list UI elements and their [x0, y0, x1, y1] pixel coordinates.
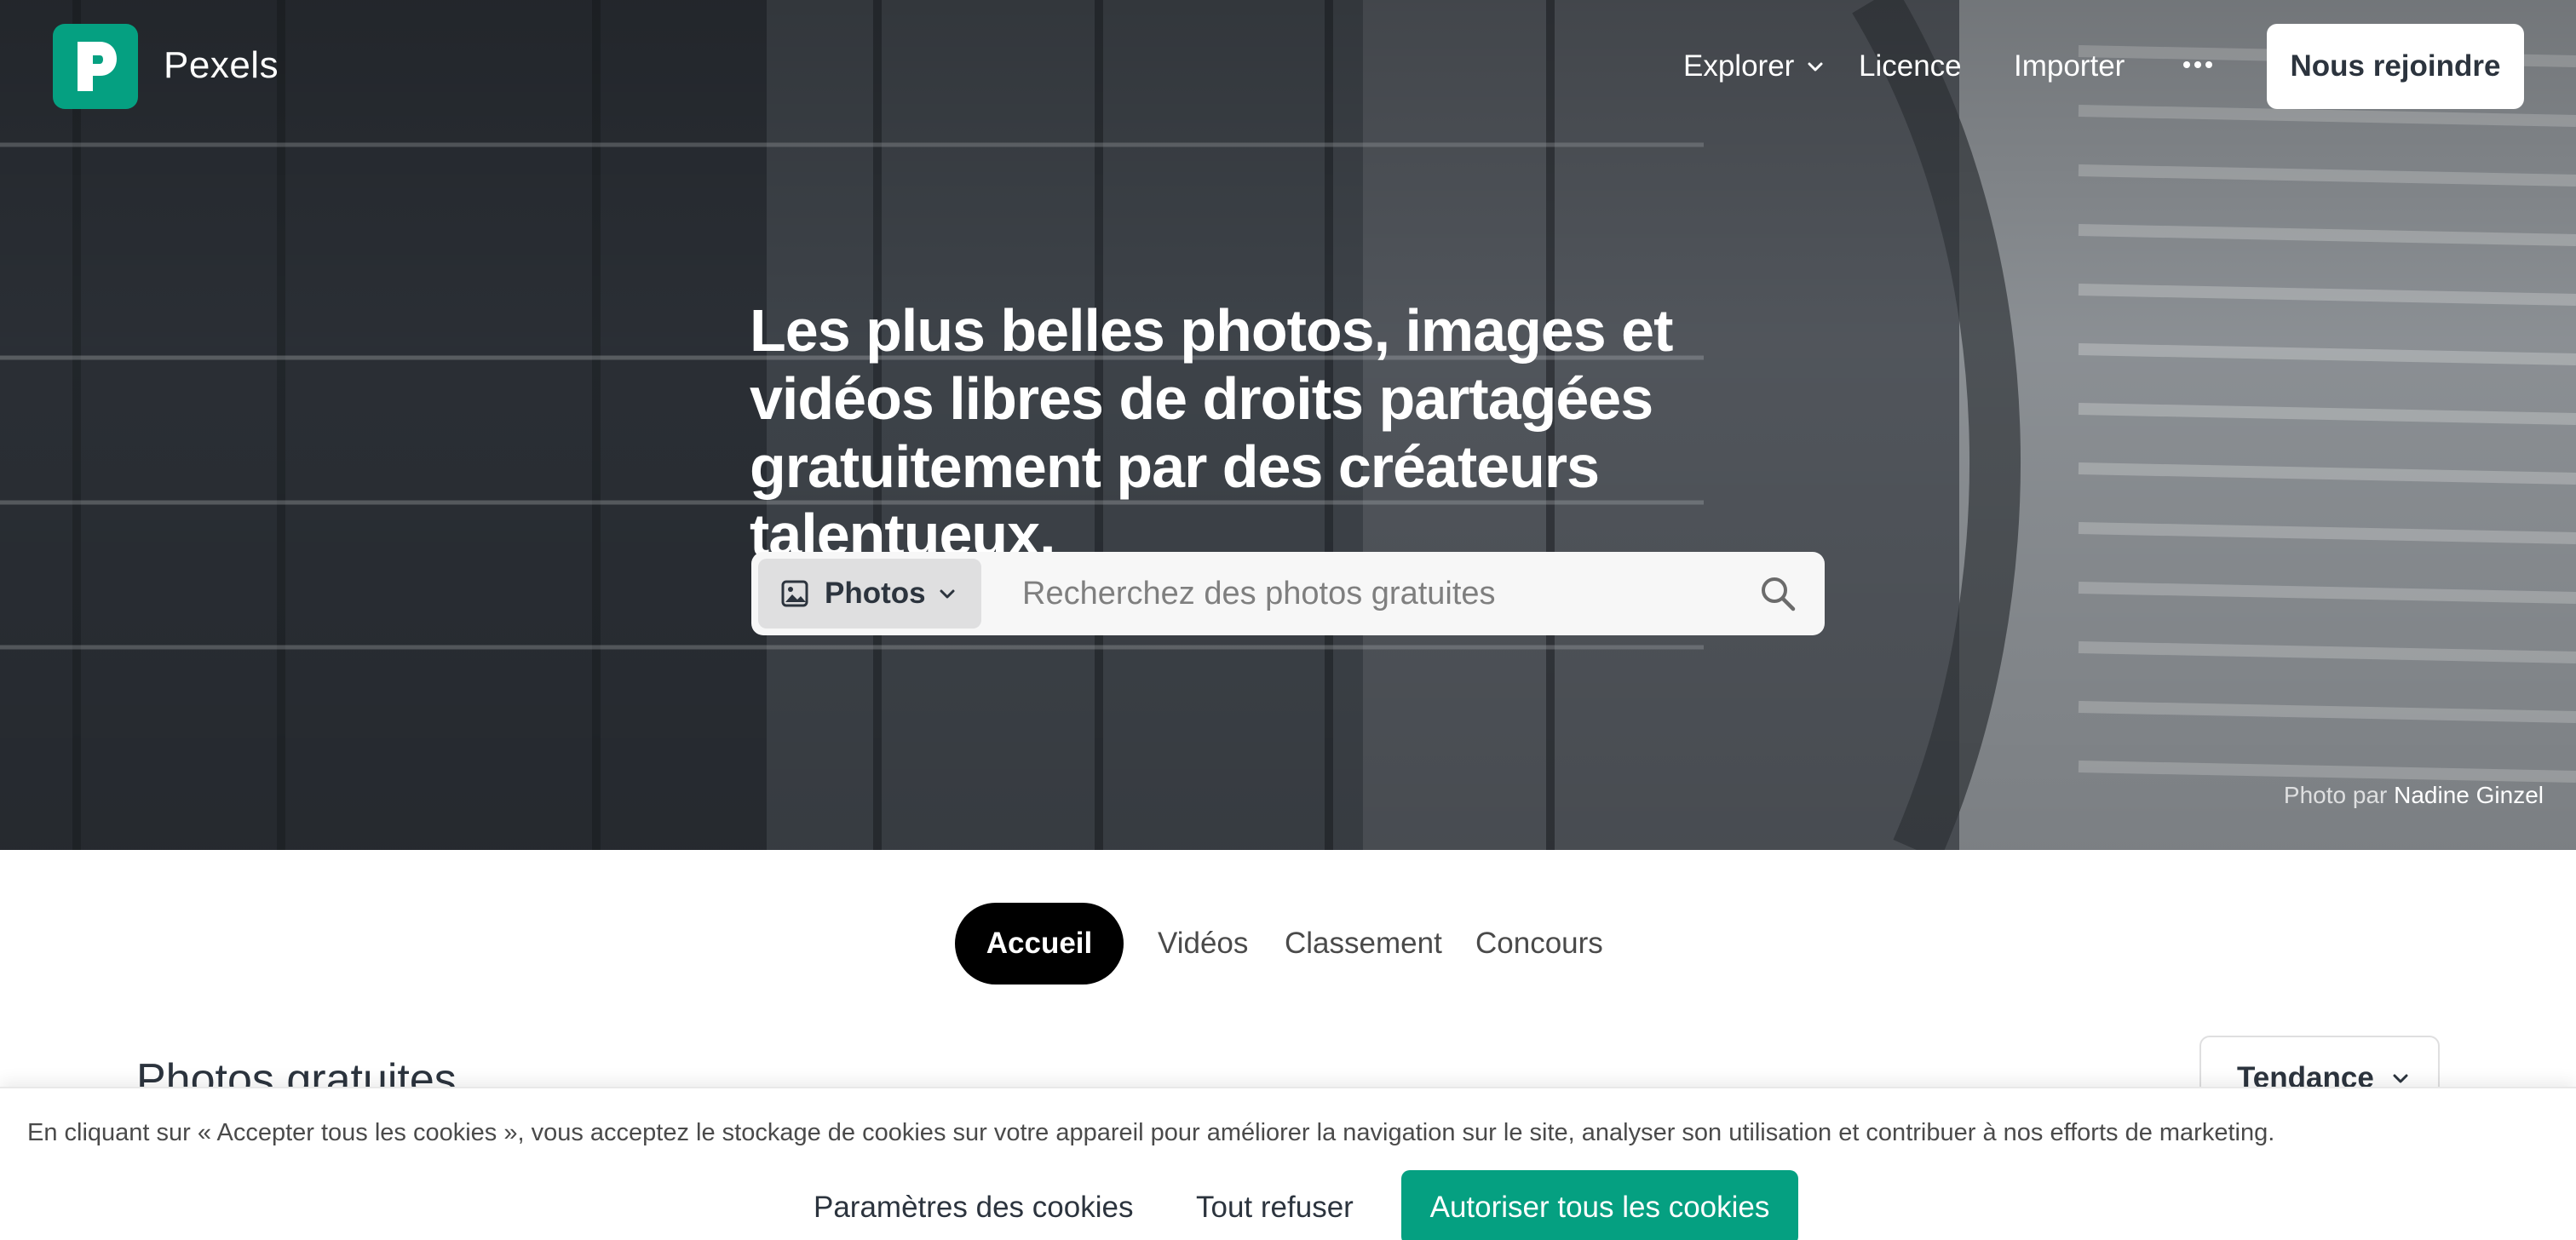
- search-icon[interactable]: [1758, 574, 1797, 613]
- photo-credit-author[interactable]: Nadine Ginzel: [2394, 782, 2544, 808]
- image-icon: [781, 580, 808, 607]
- nav-licence-link[interactable]: Licence: [1859, 49, 1962, 83]
- photo-credit: Photo par Nadine Ginzel: [2284, 782, 2544, 809]
- photo-credit-prefix: Photo par: [2283, 782, 2388, 808]
- search-type-select[interactable]: Photos: [758, 559, 981, 629]
- top-navigation: Pexels Explorer Licence Importer Nous re…: [0, 0, 2576, 135]
- tab-accueil[interactable]: Accueil: [955, 903, 1124, 985]
- chevron-down-icon: [1808, 62, 1823, 72]
- brand-name[interactable]: Pexels: [164, 44, 279, 87]
- cookie-accept-button[interactable]: Autoriser tous les cookies: [1401, 1170, 1798, 1240]
- hero-title: Les plus belles photos, images et vidéos…: [750, 297, 1673, 568]
- tab-videos[interactable]: Vidéos: [1158, 903, 1248, 985]
- cookie-refuse-button[interactable]: Tout refuser: [1196, 1170, 1354, 1240]
- chevron-down-icon: [940, 589, 955, 599]
- more-horizontal-icon[interactable]: [2181, 48, 2215, 82]
- content-tabs: Accueil Vidéos Classement Concours: [0, 903, 2576, 985]
- cookie-text: En cliquant sur « Accepter tous les cook…: [27, 1119, 2275, 1146]
- pexels-logo-icon[interactable]: [53, 24, 138, 109]
- nav-explorer-label: Explorer: [1683, 49, 1795, 83]
- search-input[interactable]: [1022, 567, 1721, 620]
- tab-concours[interactable]: Concours: [1475, 903, 1603, 985]
- tab-classement[interactable]: Classement: [1285, 903, 1442, 985]
- cookie-settings-button[interactable]: Paramètres des cookies: [814, 1170, 1133, 1240]
- join-button[interactable]: Nous rejoindre: [2267, 24, 2524, 109]
- search-bar: Photos: [751, 552, 1825, 635]
- nav-importer-link[interactable]: Importer: [2014, 49, 2125, 83]
- cookie-banner: En cliquant sur « Accepter tous les cook…: [0, 1087, 2576, 1240]
- chevron-down-icon: [2393, 1074, 2408, 1083]
- search-type-label: Photos: [825, 577, 926, 610]
- nav-explorer-dropdown[interactable]: Explorer: [1683, 49, 1825, 83]
- hero-section: Pexels Explorer Licence Importer Nous re…: [0, 0, 2576, 850]
